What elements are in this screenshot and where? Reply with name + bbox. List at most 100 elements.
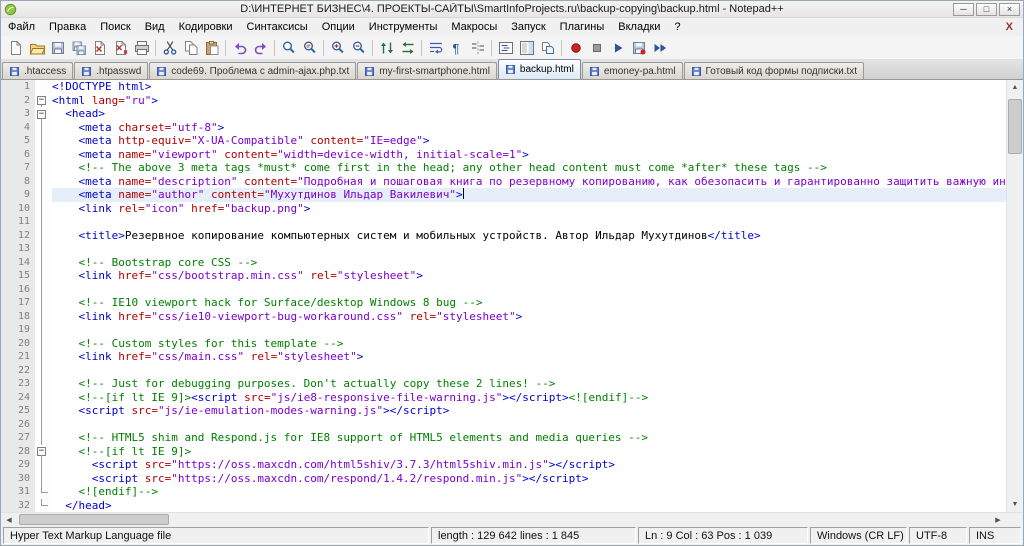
code-line-29[interactable]: <script src="https://oss.maxcdn.com/html… (52, 458, 1006, 472)
show-indent-guide-icon[interactable] (467, 37, 488, 58)
record-macro-icon[interactable] (565, 37, 586, 58)
save-icon[interactable] (47, 37, 68, 58)
code-line-22[interactable] (52, 364, 1006, 378)
close-all-icon[interactable] (110, 37, 131, 58)
tab-1[interactable]: .htaccess (2, 62, 74, 79)
tab-6[interactable]: emoney-pa.html (581, 62, 683, 79)
menu-item-6[interactable]: Синтаксисы (240, 18, 315, 36)
function-list-icon[interactable] (495, 37, 516, 58)
menu-item-2[interactable]: Правка (42, 18, 93, 36)
tab-5-active[interactable]: backup.html (497, 59, 581, 79)
scroll-down-icon[interactable]: ▼ (1007, 497, 1023, 512)
word-wrap-icon[interactable] (425, 37, 446, 58)
code-line-6[interactable]: <meta name="viewport" content="width=dev… (52, 148, 1006, 162)
sync-horizontal-scrolling-icon[interactable] (397, 37, 418, 58)
code-line-10[interactable]: <link rel="icon" href="backup.png"> (52, 202, 1006, 216)
menu-item-4[interactable]: Вид (138, 18, 172, 36)
menu-item-10[interactable]: Запуск (504, 18, 552, 36)
cut-icon[interactable] (159, 37, 180, 58)
sync-vertical-scrolling-icon[interactable] (376, 37, 397, 58)
menu-close-icon[interactable]: X (996, 18, 1023, 36)
redo-icon[interactable] (250, 37, 271, 58)
restore-button[interactable]: □ (976, 2, 997, 16)
replace-icon[interactable] (299, 37, 320, 58)
undo-icon[interactable] (229, 37, 250, 58)
tab-4[interactable]: my-first-smartphone.html (357, 62, 497, 79)
code-line-9[interactable]: <meta name="author" content="Мухутдинов … (52, 188, 1006, 202)
menu-item-7[interactable]: Опции (315, 18, 362, 36)
menu-item-12[interactable]: Вкладки (611, 18, 667, 36)
code-line-19[interactable] (52, 323, 1006, 337)
find-icon[interactable] (278, 37, 299, 58)
code-line-13[interactable] (52, 242, 1006, 256)
tab-3[interactable]: code69. Проблема с admin-ajax.php.txt (149, 62, 357, 79)
code-line-18[interactable]: <link href="css/ie10-viewport-bug-workar… (52, 310, 1006, 324)
code-line-16[interactable] (52, 283, 1006, 297)
show-all-characters-icon[interactable]: ¶ (446, 37, 467, 58)
code-line-17[interactable]: <!-- IE10 viewport hack for Surface/desk… (52, 296, 1006, 310)
code-line-11[interactable] (52, 215, 1006, 229)
tab-7[interactable]: Готовый код формы подписки.txt (683, 62, 865, 79)
code-line-27[interactable]: <!-- HTML5 shim and Respond.js for IE8 s… (52, 431, 1006, 445)
paste-icon[interactable] (201, 37, 222, 58)
code-line-2[interactable]: <html lang="ru"> (52, 94, 1006, 108)
code-line-1[interactable]: <!DOCTYPE html> (52, 80, 1006, 94)
code-line-24[interactable]: <!--[if lt IE 9]><script src="js/ie8-res… (52, 391, 1006, 405)
code-line-7[interactable]: <!-- The above 3 meta tags *must* come f… (52, 161, 1006, 175)
document-switcher-icon[interactable] (537, 37, 558, 58)
menu-item-11[interactable]: Плагины (553, 18, 612, 36)
fold-collapse-icon[interactable]: − (35, 445, 49, 458)
fold-margin: − − − (35, 80, 49, 512)
menu-item-3[interactable]: Поиск (93, 18, 137, 36)
code-line-14[interactable]: <!-- Bootstrap core CSS --> (52, 256, 1006, 270)
code-line-32[interactable]: </head> (52, 499, 1006, 513)
zoom-in-icon[interactable] (327, 37, 348, 58)
code-line-5[interactable]: <meta http-equiv="X-UA-Compatible" conte… (52, 134, 1006, 148)
scroll-right-icon[interactable]: ▶ (990, 513, 1006, 526)
close-button[interactable]: × (999, 2, 1020, 16)
vertical-scroll-thumb[interactable] (1008, 99, 1022, 154)
minimize-button[interactable]: ─ (953, 2, 974, 16)
zoom-out-icon[interactable] (348, 37, 369, 58)
code-line-25[interactable]: <script src="js/ie-emulation-modes-warni… (52, 404, 1006, 418)
open-file-icon[interactable] (26, 37, 47, 58)
code-line-3[interactable]: <head> (52, 107, 1006, 121)
code-line-30[interactable]: <script src="https://oss.maxcdn.com/resp… (52, 472, 1006, 486)
code-line-8[interactable]: <meta name="description" content="Подроб… (52, 175, 1007, 189)
save-all-icon[interactable] (68, 37, 89, 58)
code-line-4[interactable]: <meta charset="utf-8"> (52, 121, 1006, 135)
fold-collapse-icon[interactable]: − (35, 94, 49, 107)
code-line-26[interactable] (52, 418, 1006, 432)
menu-item-8[interactable]: Инструменты (362, 18, 445, 36)
code-line-15[interactable]: <link href="css/bootstrap.min.css" rel="… (52, 269, 1006, 283)
status-insert-mode: INS (969, 527, 1021, 544)
menu-item-5[interactable]: Кодировки (172, 18, 240, 36)
code-line-23[interactable]: <!-- Just for debugging purposes. Don't … (52, 377, 1006, 391)
print-icon[interactable] (131, 37, 152, 58)
save-macro-icon[interactable] (628, 37, 649, 58)
code-line-12[interactable]: <title>Резервное копирование компьютерны… (52, 229, 1006, 243)
stop-recording-icon[interactable] (586, 37, 607, 58)
copy-icon[interactable] (180, 37, 201, 58)
vertical-scroll-track[interactable] (1007, 95, 1023, 497)
scroll-left-icon[interactable]: ◀ (1, 513, 17, 526)
new-file-icon[interactable] (5, 37, 26, 58)
fold-collapse-icon[interactable]: − (35, 107, 49, 121)
menu-item-13[interactable]: ? (667, 18, 687, 36)
menu-item-1[interactable]: Файл (1, 18, 42, 36)
code-line-21[interactable]: <link href="css/main.css" rel="styleshee… (52, 350, 1006, 364)
code-line-31[interactable]: <![endif]--> (52, 485, 1006, 499)
tab-2[interactable]: .htpasswd (74, 62, 149, 79)
document-map-icon[interactable] (516, 37, 537, 58)
code-line-28[interactable]: <!--[if lt IE 9]> (52, 445, 1006, 459)
close-icon[interactable] (89, 37, 110, 58)
horizontal-scroll-track[interactable] (17, 513, 990, 526)
menu-item-9[interactable]: Макросы (444, 18, 504, 36)
scroll-up-icon[interactable]: ▲ (1007, 80, 1023, 95)
horizontal-scroll-thumb[interactable] (19, 514, 169, 525)
code-line-20[interactable]: <!-- Custom styles for this template --> (52, 337, 1006, 351)
playback-macro-icon[interactable] (607, 37, 628, 58)
horizontal-scrollbar[interactable]: ◀ ▶ (1, 513, 1006, 526)
vertical-scrollbar[interactable]: ▲ ▼ (1006, 80, 1023, 512)
run-macro-multiple-icon[interactable] (649, 37, 670, 58)
